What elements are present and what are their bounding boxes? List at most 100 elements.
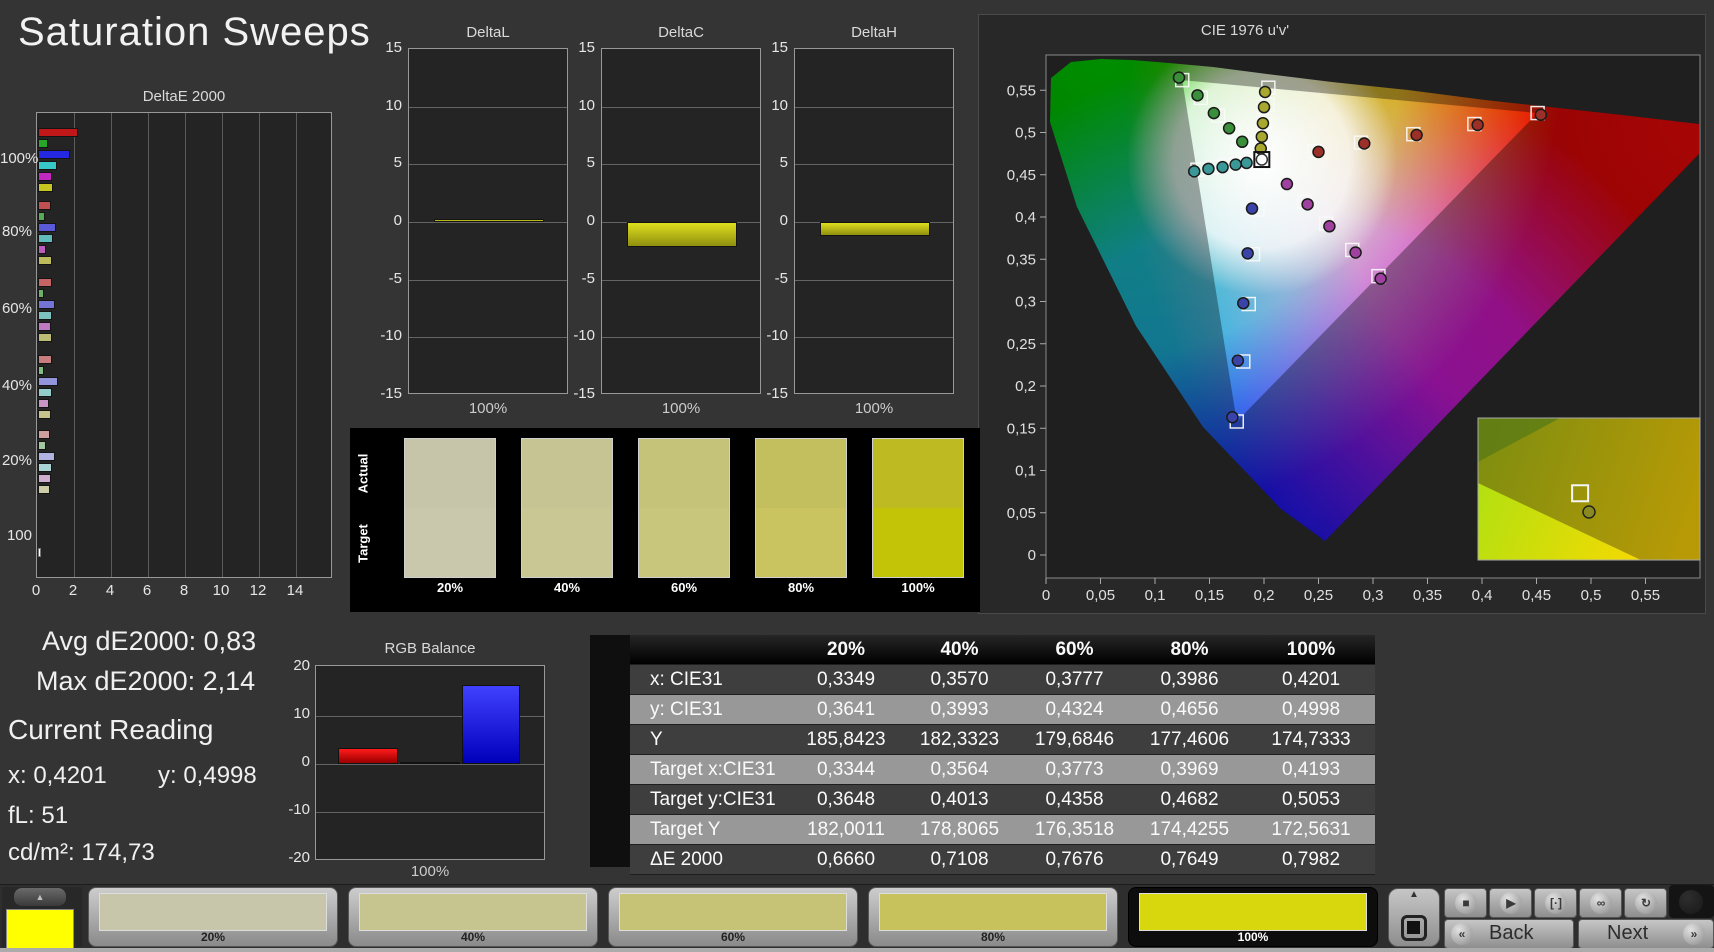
actual-swatch (522, 439, 612, 508)
interval-button[interactable]: [·] (1534, 888, 1577, 918)
table-cell: 177,4606 (1149, 729, 1230, 750)
deltae2000-category-label: 80% (1, 223, 32, 240)
deltae2000-x-tick: 14 (286, 582, 304, 599)
table-cell: 0,3993 (930, 699, 989, 720)
svg-text:0,05: 0,05 (1086, 587, 1115, 604)
table-row: 20% 40% 60% 80% 100% (630, 635, 1375, 665)
actual-swatch (873, 439, 963, 508)
table-row-label: Target x:CIE31 (650, 759, 776, 780)
gridline (409, 222, 567, 223)
table-row-label: Target Y (650, 819, 721, 840)
deltae2000-bar (38, 366, 44, 375)
continuous-button[interactable]: ∞ (1579, 888, 1622, 918)
rgb-balance-bar (400, 762, 460, 764)
table-corner-cell (630, 635, 790, 664)
mini-y-tick: 5 (393, 154, 402, 172)
stop-button[interactable]: ■ (1444, 888, 1487, 918)
table-cell: 0,3641 (816, 699, 876, 720)
bottom-edge-strip (0, 948, 1714, 952)
current-x-value: x: 0,4201 (8, 762, 107, 789)
swatch-label: 80% (787, 580, 815, 595)
gridline (222, 113, 223, 577)
actual-swatch (405, 439, 495, 508)
mini-y-tick: -15 (766, 385, 788, 403)
gridline (74, 113, 75, 577)
table-cell: 0,3969 (1160, 759, 1219, 780)
table-row: Target Y 182,0011 178,8065 176,3518 174,4255… (630, 815, 1375, 845)
rgb-balance-chart (315, 665, 545, 860)
deltae2000-bar (38, 388, 52, 397)
deltae2000-bar (38, 150, 71, 159)
deltae2000-bar (38, 441, 47, 450)
deltac-chart-title: DeltaC (658, 24, 704, 41)
deltae2000-bar (38, 161, 58, 170)
table-header-cell: 60% (1055, 639, 1094, 660)
actual-swatch (756, 439, 846, 508)
deltae2000-bar (38, 311, 52, 320)
refresh-button[interactable]: ↻ (1624, 888, 1667, 918)
table-cell: 0,3564 (930, 759, 989, 780)
swatch-80% (755, 438, 847, 578)
cdm2-value: cd/m²: 174,73 (8, 839, 155, 866)
table-cell: 0,3349 (816, 669, 876, 690)
svg-text:0,4: 0,4 (1472, 587, 1493, 604)
table-row-label: ΔE 2000 (650, 849, 723, 870)
svg-text:0,05: 0,05 (1007, 505, 1036, 522)
deltae2000-bar (38, 322, 51, 331)
swatch-100% (872, 438, 964, 578)
svg-text:0,45: 0,45 (1007, 167, 1036, 184)
table-cell: 0,4324 (1045, 699, 1104, 720)
indicator-button[interactable] (1669, 885, 1714, 918)
actual-swatch (639, 439, 729, 508)
deltae2000-bar (38, 172, 52, 181)
mini-y-tick: 0 (586, 212, 595, 229)
mini-y-tick: -10 (380, 327, 402, 345)
deltae2000-x-tick: 10 (212, 582, 230, 599)
deltac-chart (601, 48, 761, 394)
page-title: Saturation Sweeps (18, 10, 371, 54)
gridline (409, 106, 567, 108)
gridline (316, 812, 544, 813)
deltae2000-bar (38, 463, 52, 472)
next-button[interactable]: Next » (1578, 919, 1714, 949)
chevrons-right-icon: » (1683, 923, 1705, 945)
target-swatch (756, 508, 846, 577)
table-cell: 182,3323 (919, 729, 1000, 750)
table-row: Target x:CIE31 0,3344 0,3564 0,3773 0,3969 0,… (630, 755, 1375, 785)
table-cell: 172,5631 (1271, 819, 1351, 840)
table-header-cell: 100% (1286, 639, 1336, 660)
mini-y-tick: 5 (779, 154, 788, 172)
rgb-balance-title: RGB Balance (384, 640, 476, 657)
play-button[interactable]: ▶ (1489, 888, 1532, 918)
table-row: y: CIE31 0,3641 0,3993 0,4324 0,4656 0,4998 (630, 695, 1375, 725)
back-button[interactable]: « Back (1444, 919, 1574, 949)
deltae2000-x-tick: 4 (105, 582, 115, 599)
table-row-label: x: CIE31 (650, 669, 723, 690)
rgb-y-tick: -10 (288, 801, 310, 818)
gridline (296, 113, 297, 577)
swatch-20% (404, 438, 496, 578)
deltae2000-bar (38, 485, 51, 494)
gridline (795, 337, 953, 339)
deltae2000-bar (38, 212, 46, 221)
gridline (795, 164, 953, 166)
mini-y-tick: -10 (766, 327, 788, 345)
svg-text:0,15: 0,15 (1007, 420, 1036, 437)
table-cell: 176,3518 (1034, 819, 1115, 840)
next-button-label: Next (1607, 922, 1649, 944)
gridline (111, 113, 112, 577)
deltae2000-bar (38, 256, 53, 265)
gridline (409, 337, 567, 339)
deltae2000-category-label: 60% (1, 300, 32, 317)
gridline (795, 279, 953, 281)
deltae2000-bar (38, 430, 51, 439)
actual-target-swatch-panel: Actual Target 20% 40% 60% 80% 100% (350, 428, 980, 612)
table-cell: 0,3344 (816, 759, 876, 780)
max-de2000-stat: Max dE2000: 2,14 (36, 666, 256, 696)
deltae2000-bar (38, 128, 78, 137)
mini-y-tick: 10 (578, 96, 595, 114)
table-cell: 0,4998 (1281, 699, 1341, 720)
svg-text:0: 0 (1042, 587, 1050, 604)
deltae2000-category-label: 100 (6, 527, 32, 544)
deltal-chart (408, 48, 568, 394)
